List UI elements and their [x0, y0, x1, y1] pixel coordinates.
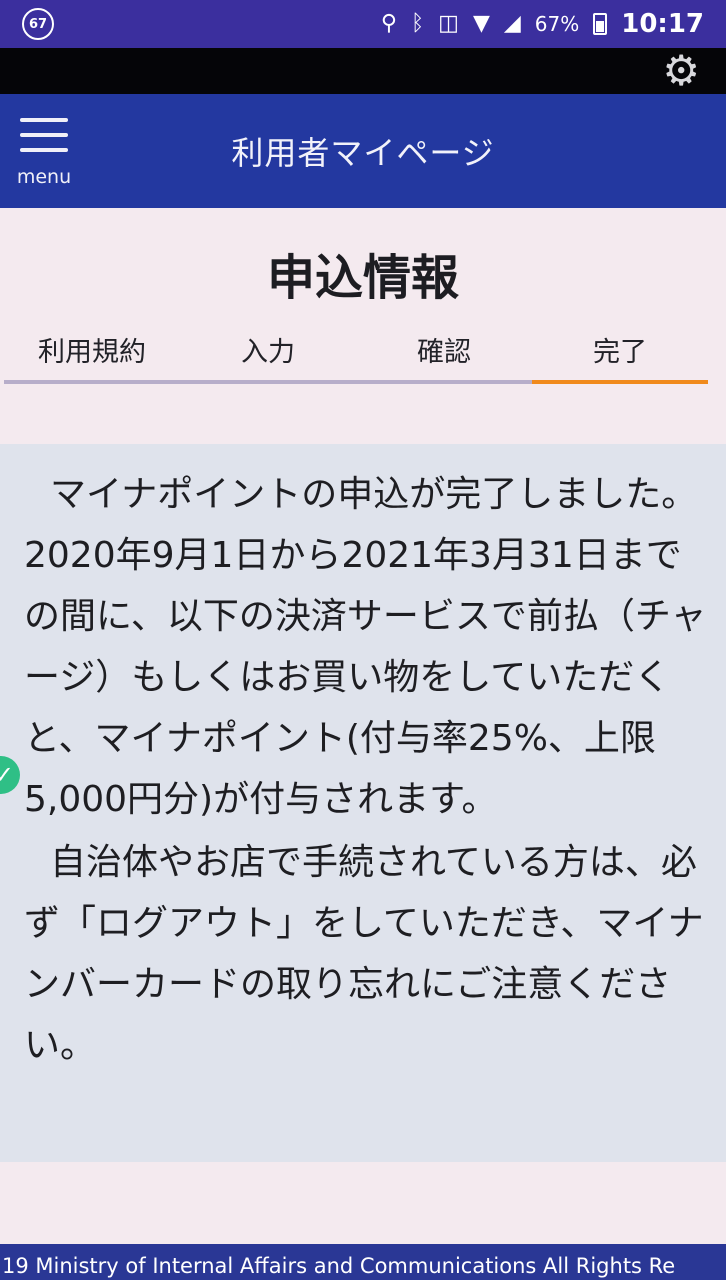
top-toolbar: ⚙ — [0, 48, 726, 94]
step-label: 確認 — [417, 337, 471, 368]
step-label: 利用規約 — [38, 337, 146, 368]
message-paragraph: 自治体やお店で手続されている方は、必ず「ログアウト」をしていただき、マイナンバー… — [24, 842, 704, 1066]
completion-message: マイナポイントの申込が完了しました。2020年9月1日から2021年3月31日ま… — [24, 464, 714, 1076]
step-indicator — [4, 380, 180, 384]
app-header: 利用者マイページ menu — [0, 94, 726, 208]
step-input: 入力 — [180, 322, 356, 386]
clock: 10:17 — [621, 9, 704, 39]
header-title: 利用者マイページ — [231, 134, 495, 172]
hamburger-icon-line — [20, 133, 68, 137]
battery-icon — [593, 13, 608, 35]
hamburger-icon — [20, 118, 68, 122]
gear-icon[interactable]: ⚙ — [662, 50, 700, 92]
nfc-icon: ◫ — [438, 11, 459, 36]
status-icons: ⚲ ᛒ ◫ ▼ ◢ 67% 10:17 — [381, 9, 704, 39]
step-indicator-active — [532, 380, 708, 384]
location-icon: ⚲ — [380, 11, 397, 36]
signal-icon: ◢ — [503, 11, 521, 36]
step-label: 完了 — [593, 337, 647, 368]
step-confirm: 確認 — [356, 322, 532, 386]
status-bar: 67 ⚲ ᛒ ◫ ▼ ◢ 67% 10:17 — [0, 0, 726, 48]
screen: 67 ⚲ ᛒ ◫ ▼ ◢ 67% 10:17 ⚙ 利用者マイページ menu 申… — [0, 0, 726, 1280]
hamburger-icon-line — [20, 148, 68, 152]
wifi-icon: ▼ — [472, 11, 490, 36]
battery-percent: 67% — [534, 12, 580, 36]
message-paragraph: マイナポイントの申込が完了しました。2020年9月1日から2021年3月31日ま… — [24, 474, 707, 820]
notification-badge: 67 — [22, 8, 54, 40]
step-complete: 完了 — [532, 322, 708, 386]
step-indicator — [356, 380, 532, 384]
step-label: 入力 — [241, 337, 295, 368]
footer-copyright: 19 Ministry of Internal Affairs and Comm… — [0, 1244, 726, 1280]
step-tabs: 利用規約 入力 確認 完了 — [4, 322, 708, 386]
step-terms: 利用規約 — [4, 322, 180, 386]
step-indicator — [180, 380, 356, 384]
bluetooth-icon: ᛒ — [410, 11, 425, 36]
menu-button[interactable]: menu — [14, 118, 76, 188]
page-title: 申込情報 — [266, 250, 459, 306]
menu-label: menu — [16, 166, 72, 188]
